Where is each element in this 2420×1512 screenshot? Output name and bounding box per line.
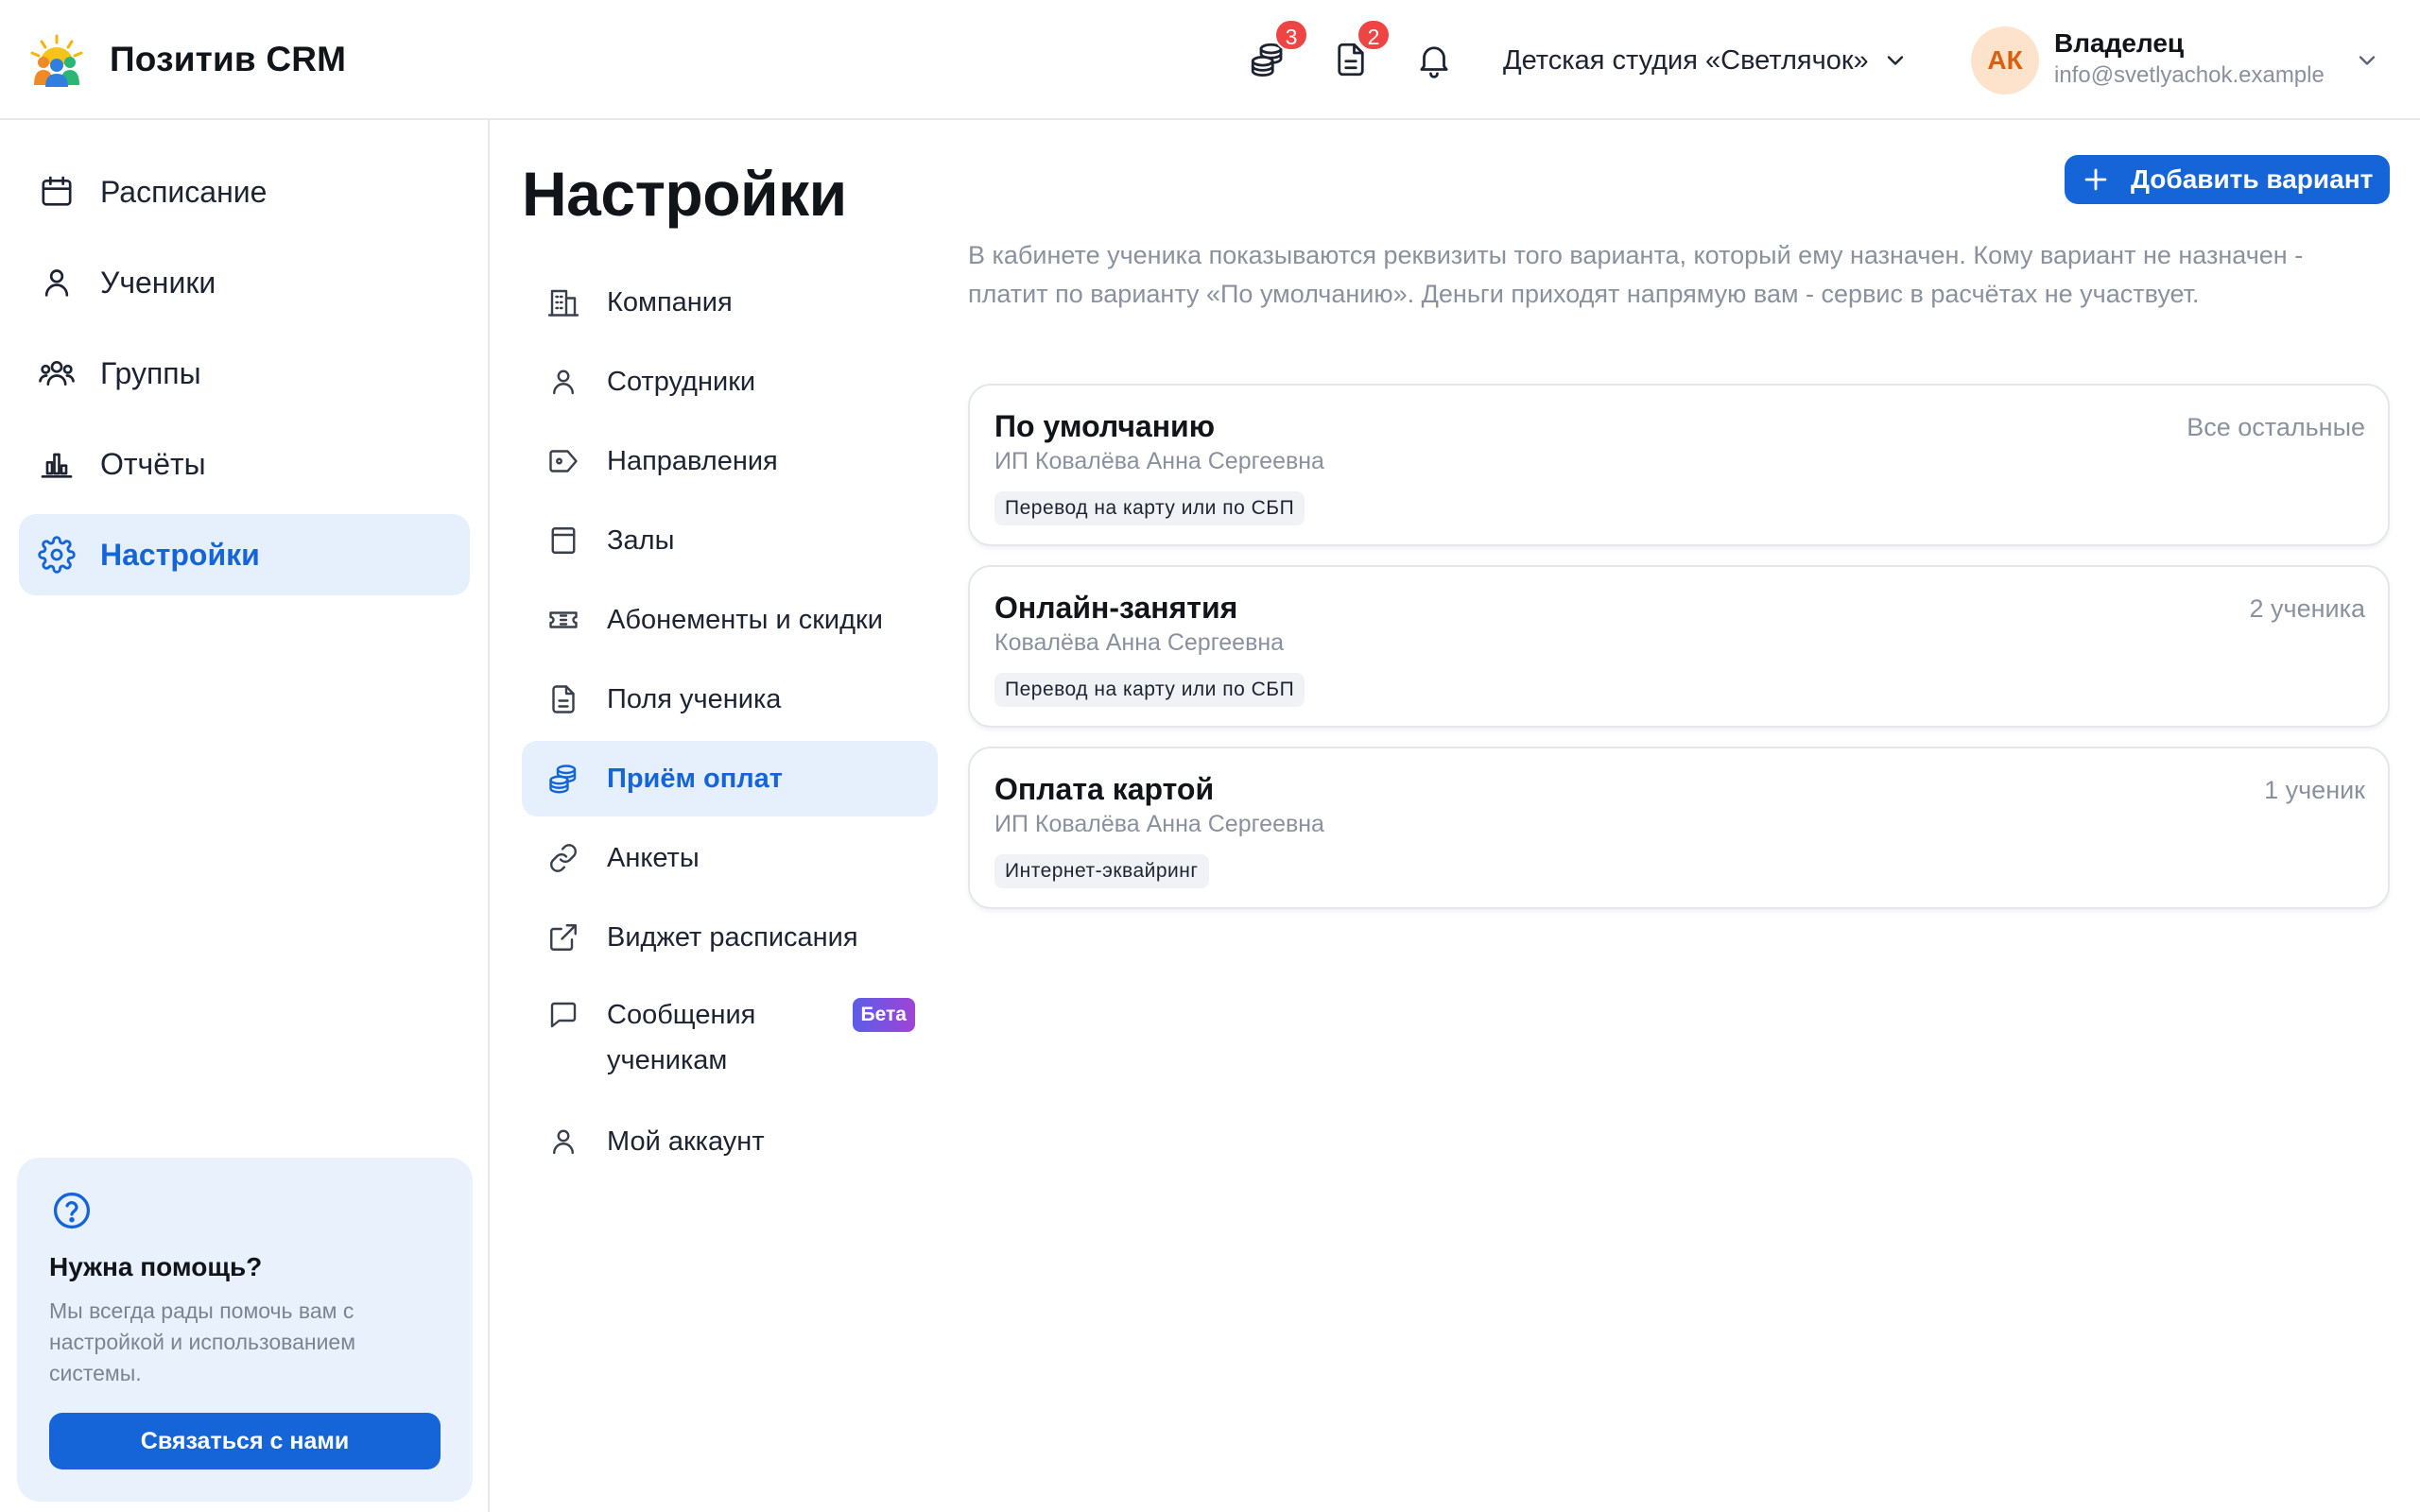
user-role: Владелец — [2054, 28, 2185, 58]
user-icon — [44, 269, 69, 297]
tag-icon — [549, 450, 578, 472]
payment-variant-card[interactable]: По умолчанию ИП Ковалёва Анна Сергеевна … — [968, 384, 2390, 546]
message-icon — [550, 1002, 577, 1028]
variant-method-tag: Перевод на карту или по СБП — [994, 491, 1305, 525]
bell-icon — [1420, 46, 1448, 78]
settings-item-forms[interactable]: Анкеты — [522, 820, 938, 896]
settings-item-label: Виджет расписания — [607, 921, 858, 953]
page-title: Настройки — [522, 159, 847, 229]
gear-icon — [38, 536, 76, 574]
variant-assigned: Все остальные — [2187, 413, 2365, 441]
plus-icon — [2084, 168, 2107, 191]
chart-icon — [41, 453, 73, 478]
settings-item-label: Направления — [607, 445, 778, 476]
chevron-down-icon — [1887, 56, 1903, 65]
ticket-icon — [549, 611, 578, 628]
link-icon — [550, 844, 577, 872]
building-icon — [547, 289, 579, 317]
sidebar: Расписание Ученики Группы Отчёты Настрой… — [0, 120, 490, 1512]
variant-assigned: 2 ученика — [2249, 594, 2365, 623]
avatar[interactable]: АК — [1971, 26, 2039, 94]
calendar-icon — [42, 176, 72, 206]
settings-item-rooms[interactable]: Залы — [522, 503, 938, 578]
settings-item-staff[interactable]: Сотрудники — [522, 344, 938, 420]
variant-method-tag: Интернет-эквайринг — [994, 854, 1209, 888]
settings-item-label: Компания — [607, 286, 733, 318]
users-icon — [39, 361, 75, 386]
variant-owner: ИП Ковалёва Анна Сергеевна — [994, 448, 1324, 474]
user-email: info@svetlyachok.example — [2054, 62, 2325, 88]
settings-item-label: Приём оплат — [607, 763, 784, 794]
notifications-button[interactable] — [1414, 40, 1454, 79]
logo-icon[interactable] — [28, 34, 85, 87]
settings-item-messages[interactable]: Сообщения ученикам Бета — [522, 979, 938, 1083]
user-icon — [553, 1129, 574, 1155]
payment-variant-card[interactable]: Онлайн-занятия Ковалёва Анна Сергеевна П… — [968, 565, 2390, 728]
settings-item-label: Залы — [607, 524, 675, 556]
payment-variant-card[interactable]: Оплата картой ИП Ковалёва Анна Сергеевна… — [968, 747, 2390, 909]
sidebar-item-reports[interactable]: Отчёты — [19, 423, 470, 505]
add-variant-label: Добавить вариант — [2131, 164, 2374, 194]
contact-us-button[interactable]: Связаться с нами — [49, 1413, 441, 1469]
settings-item-schedule-widget[interactable]: Виджет расписания — [522, 900, 938, 975]
variant-name: Оплата картой — [994, 772, 1215, 806]
document-icon — [552, 685, 575, 713]
settings-item-my-account[interactable]: Мой аккаунт — [522, 1104, 938, 1179]
top-header: Позитив CRM 3 2 Детская студия «Светлячо… — [0, 0, 2420, 120]
sidebar-item-students[interactable]: Ученики — [19, 242, 470, 323]
variant-name: Онлайн-занятия — [994, 591, 1238, 625]
coins-icon — [549, 765, 577, 794]
sidebar-item-label: Расписание — [100, 174, 268, 209]
settings-item-company[interactable]: Компания — [522, 265, 938, 340]
variant-owner: ИП Ковалёва Анна Сергеевна — [994, 811, 1324, 837]
app-name: Позитив CRM — [110, 40, 347, 78]
studio-name: Детская студия «Светлячок» — [1503, 45, 1869, 76]
settings-item-label: Сотрудники — [607, 366, 756, 397]
variant-method-tag: Перевод на карту или по СБП — [994, 673, 1305, 707]
sidebar-item-settings[interactable]: Настройки — [19, 514, 470, 595]
settings-item-label: Анкеты — [607, 842, 700, 873]
settings-item-label: Сообщения ученикам — [607, 1000, 756, 1075]
variant-owner: Ковалёва Анна Сергеевна — [994, 629, 1285, 656]
chevron-down-icon[interactable] — [2354, 47, 2380, 74]
sidebar-item-label: Группы — [100, 355, 201, 390]
settings-item-label: Поля ученика — [607, 683, 782, 714]
settings-item-payments[interactable]: Приём оплат — [522, 741, 938, 816]
settings-item-subscriptions[interactable]: Абонементы и скидки — [522, 582, 938, 658]
variant-assigned: 1 ученик — [2264, 776, 2365, 804]
settings-item-label: Мой аккаунт — [607, 1125, 765, 1157]
variant-name: По умолчанию — [994, 409, 1216, 443]
sidebar-item-label: Отчёты — [100, 446, 206, 481]
external-link-icon — [550, 924, 577, 951]
payments-intro: В кабинете ученика показываются реквизит… — [968, 241, 2304, 308]
studio-selector[interactable]: Детская студия «Светлячок» — [1503, 40, 1909, 81]
settings-item-student-fields[interactable]: Поля ученика — [522, 662, 938, 737]
help-title: Нужна помощь? — [49, 1252, 263, 1281]
documents-badge: 2 — [1357, 19, 1391, 51]
add-variant-button[interactable]: Добавить вариант — [2065, 155, 2390, 204]
beta-badge: Бета — [852, 998, 915, 1032]
room-icon — [551, 527, 576, 554]
help-text: Мы всегда рады помочь вам с настройкой и… — [49, 1298, 356, 1385]
sidebar-item-label: Настройки — [100, 537, 260, 572]
sidebar-item-label: Ученики — [100, 265, 216, 300]
question-circle-icon — [53, 1192, 91, 1229]
user-icon — [553, 369, 574, 395]
sidebar-item-schedule[interactable]: Расписание — [19, 151, 470, 232]
payments-badge: 3 — [1274, 19, 1308, 51]
help-card: Нужна помощь? Мы всегда рады помочь вам … — [17, 1158, 473, 1502]
sidebar-item-groups[interactable]: Группы — [19, 333, 470, 414]
settings-item-directions[interactable]: Направления — [522, 423, 938, 499]
settings-item-label: Абонементы и скидки — [607, 604, 883, 635]
